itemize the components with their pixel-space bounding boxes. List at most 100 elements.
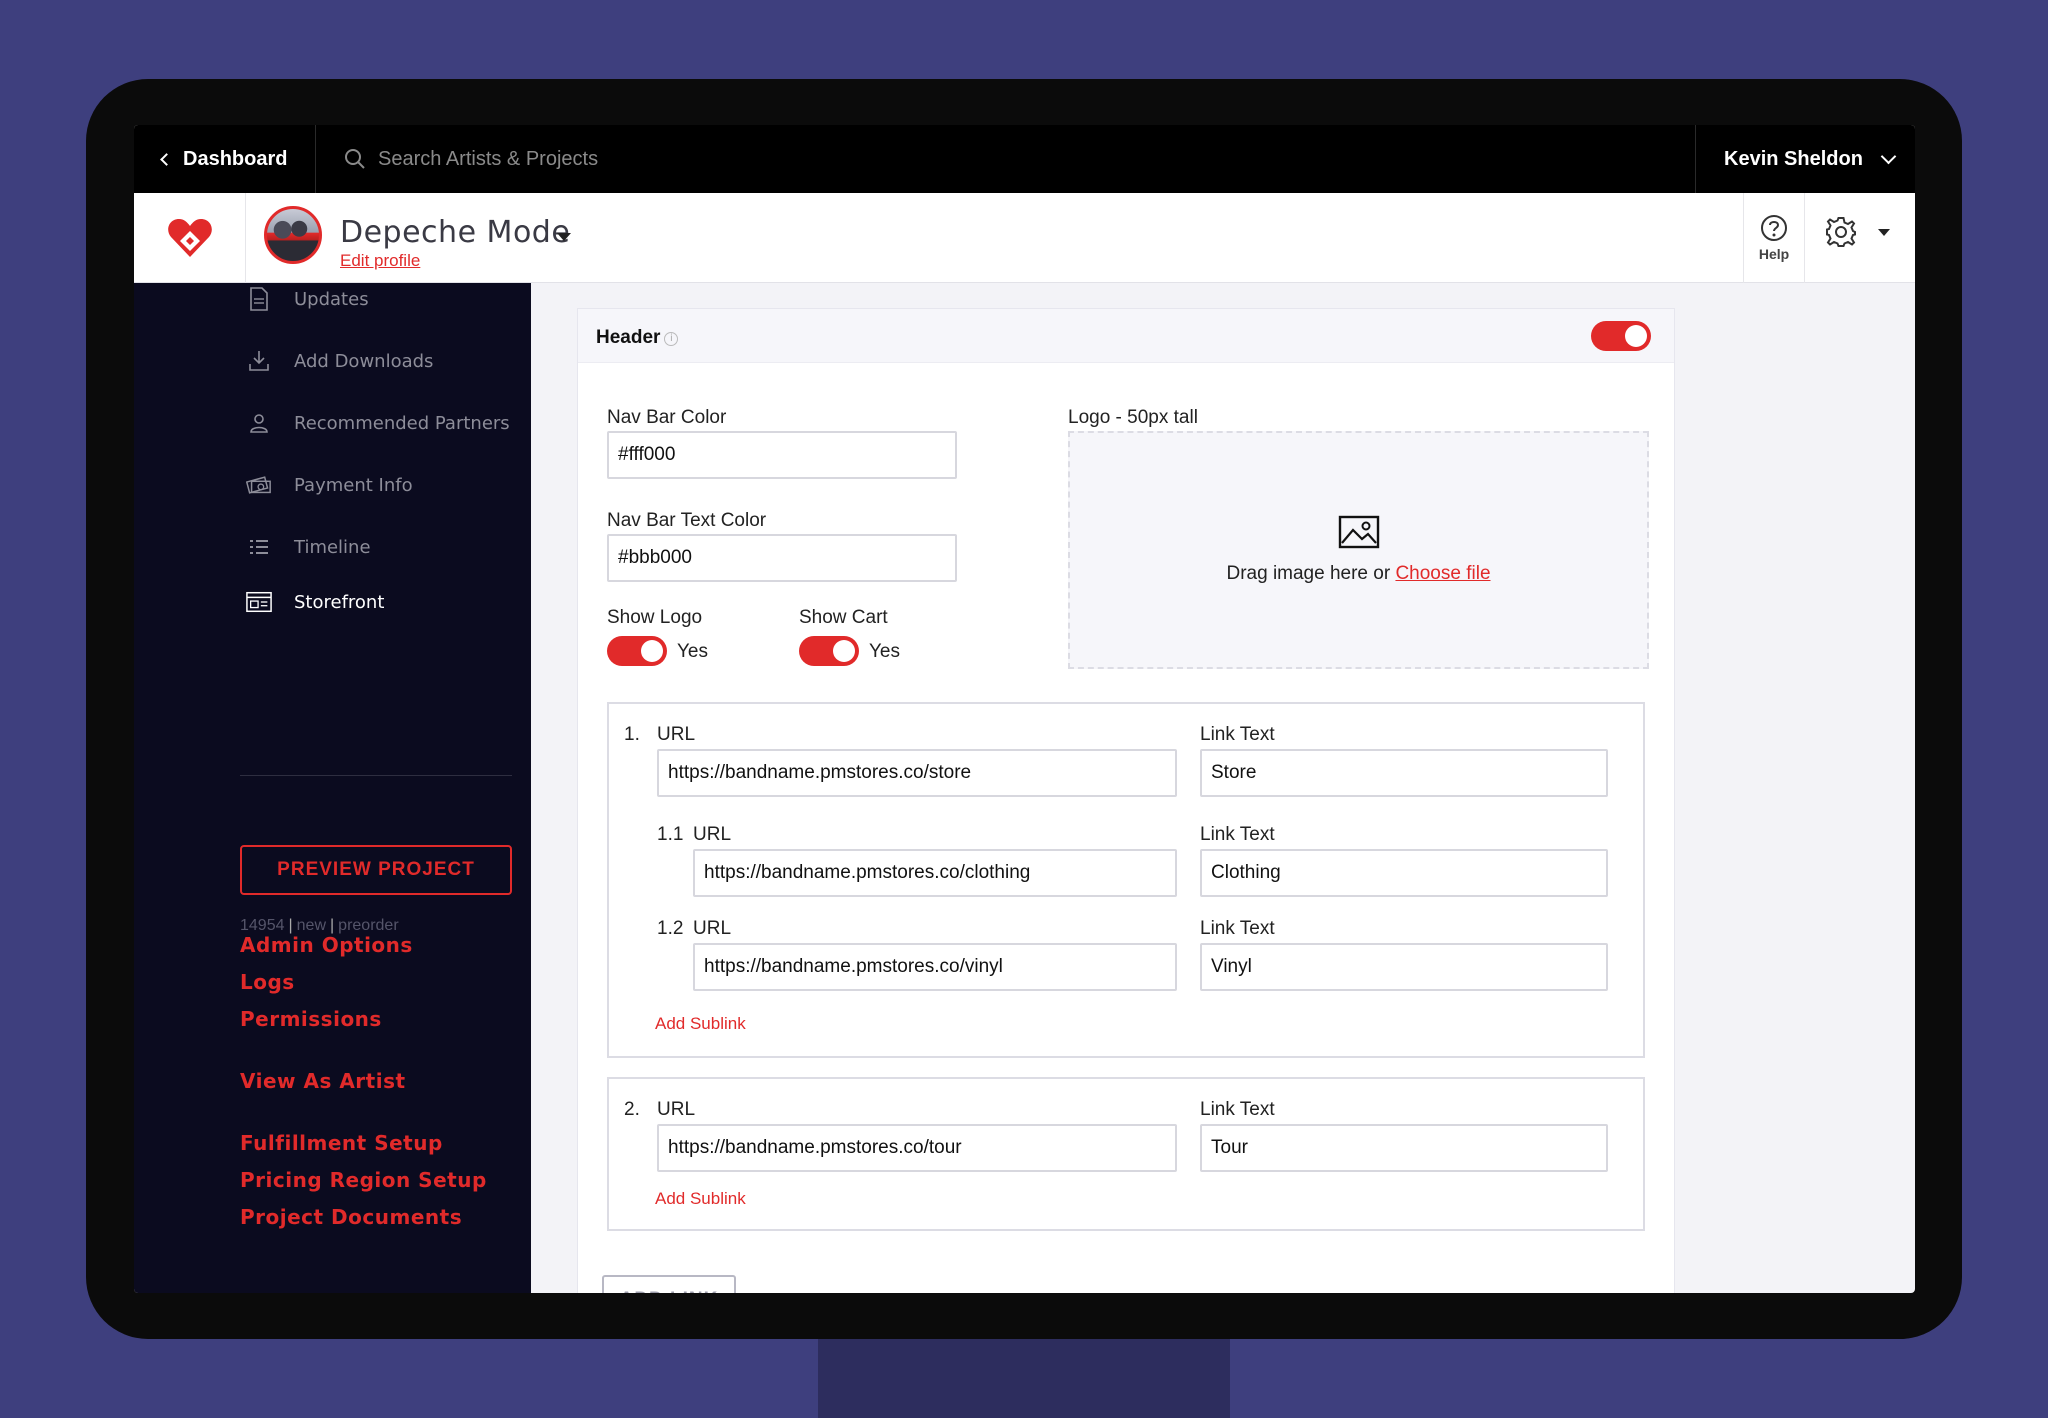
user-name: Kevin Sheldon xyxy=(1724,147,1863,170)
sublink-number: 1.2 xyxy=(657,918,684,939)
logo-dropzone[interactable]: Drag image here or Choose file xyxy=(1068,431,1649,669)
monitor-stand xyxy=(818,1330,1230,1418)
link-text-label: Link Text xyxy=(1200,824,1275,845)
link-text-label: Link Text xyxy=(1200,724,1275,745)
chevron-left-icon xyxy=(160,152,173,166)
dropzone-text: Drag image here or Choose file xyxy=(1226,563,1491,584)
list-icon xyxy=(246,535,272,559)
artist-dropdown-icon[interactable] xyxy=(557,233,571,241)
admin-options-link[interactable]: Admin Options xyxy=(240,933,413,957)
show-logo-value: Yes xyxy=(677,641,708,662)
help-label: Help xyxy=(1758,246,1790,262)
project-status: new xyxy=(296,917,327,934)
settings-menu[interactable] xyxy=(1824,215,1890,249)
project-id: 14954 xyxy=(240,917,285,934)
document-icon xyxy=(246,287,272,311)
show-cart-value: Yes xyxy=(869,641,900,662)
help-button[interactable]: Help xyxy=(1743,193,1805,283)
url-label: URL xyxy=(657,1099,696,1120)
meta-separator: | xyxy=(330,917,335,934)
download-icon xyxy=(246,349,272,373)
help-icon xyxy=(1761,215,1787,241)
url-label: URL xyxy=(693,918,732,939)
sidebar-item-storefront[interactable]: Storefront xyxy=(246,590,384,614)
sidebar-item-add-downloads[interactable]: Add Downloads xyxy=(246,349,433,373)
header-settings-panel: Headeri Nav Bar Color Nav Bar Text Color… xyxy=(577,308,1675,1293)
permissions-link[interactable]: Permissions xyxy=(240,1007,382,1031)
dashboard-link[interactable]: Dashboard xyxy=(134,125,316,193)
nav-bar-color-field[interactable] xyxy=(607,431,957,479)
search-icon xyxy=(345,149,365,169)
sublink-url-field[interactable] xyxy=(693,849,1177,897)
link-text-field[interactable] xyxy=(1200,749,1608,797)
logo-label: Logo - 50px tall xyxy=(1068,407,1198,428)
link-url-field[interactable] xyxy=(657,1124,1177,1172)
show-logo-label: Show Logo xyxy=(607,607,703,628)
search-input[interactable] xyxy=(378,147,978,171)
gear-icon xyxy=(1826,217,1856,247)
brand-logo[interactable] xyxy=(134,193,246,283)
sidebar-divider xyxy=(240,775,512,776)
sidebar-item-label: Storefront xyxy=(294,591,385,613)
show-logo-toggle[interactable] xyxy=(607,636,667,666)
project-documents-link[interactable]: Project Documents xyxy=(240,1205,462,1229)
dashboard-label: Dashboard xyxy=(183,147,288,170)
sidebar-item-label: Payment Info xyxy=(294,474,413,496)
sidebar-item-timeline[interactable]: Timeline xyxy=(246,535,371,559)
url-label: URL xyxy=(693,824,732,845)
view-as-artist-link[interactable]: View As Artist xyxy=(240,1069,406,1093)
artist-name[interactable]: Depeche Mode xyxy=(340,215,570,250)
info-icon[interactable]: i xyxy=(664,332,679,346)
sublink-text-field[interactable] xyxy=(1200,943,1608,991)
sidebar-item-label: Add Downloads xyxy=(294,350,434,372)
logs-link[interactable]: Logs xyxy=(240,970,295,994)
url-label: URL xyxy=(657,724,696,745)
sublink-url-field[interactable] xyxy=(693,943,1177,991)
app-screen: Dashboard Kevin Sheldon Depeche Mode Edi… xyxy=(134,125,1915,1293)
chevron-down-icon xyxy=(1880,148,1897,164)
add-sublink-link[interactable]: Add Sublink xyxy=(655,1014,746,1034)
heart-logo-icon xyxy=(167,219,212,257)
link-group-1: 1. URL Link Text 1.1 URL Link Text 1.2 U… xyxy=(607,702,1645,1058)
nav-bar-color-label: Nav Bar Color xyxy=(607,407,727,428)
add-link-button[interactable]: ADD LINK xyxy=(602,1275,736,1293)
link-number: 1. xyxy=(624,724,640,745)
link-text-field[interactable] xyxy=(1200,1124,1608,1172)
top-bar: Dashboard Kevin Sheldon xyxy=(134,125,1915,193)
sublink-number: 1.1 xyxy=(657,824,684,845)
money-icon xyxy=(246,473,272,497)
user-menu[interactable]: Kevin Sheldon xyxy=(1695,125,1915,193)
person-icon xyxy=(246,411,272,435)
pricing-region-setup-link[interactable]: Pricing Region Setup xyxy=(240,1168,487,1192)
image-icon xyxy=(1338,515,1379,549)
meta-separator: | xyxy=(288,917,293,934)
nav-bar-text-color-field[interactable] xyxy=(607,534,957,582)
link-text-label: Link Text xyxy=(1200,1099,1275,1120)
sidebar-item-label: Updates xyxy=(294,288,369,310)
sidebar-item-updates[interactable]: Updates xyxy=(246,287,369,311)
project-header: Depeche Mode Edit profile Help xyxy=(134,193,1915,283)
fulfillment-setup-link[interactable]: Fulfillment Setup xyxy=(240,1131,443,1155)
sublink-text-field[interactable] xyxy=(1200,849,1608,897)
panel-title: Header i xyxy=(596,327,679,349)
preview-project-button[interactable]: PREVIEW PROJECT xyxy=(240,845,512,895)
panel-header: Header i xyxy=(578,309,1674,363)
storefront-icon xyxy=(246,590,272,614)
choose-file-link[interactable]: Choose file xyxy=(1395,563,1490,584)
link-group-2: 2. URL Link Text Add Sublink xyxy=(607,1077,1645,1231)
sidebar-item-recommended-partners[interactable]: Recommended Partners xyxy=(246,411,510,435)
sidebar: Updates Add Downloads Recommended Partne… xyxy=(134,283,531,1293)
show-cart-toggle[interactable] xyxy=(799,636,859,666)
nav-bar-text-color-label: Nav Bar Text Color xyxy=(607,510,767,531)
artist-avatar[interactable] xyxy=(264,206,322,264)
add-sublink-link[interactable]: Add Sublink xyxy=(655,1189,746,1209)
show-cart-label: Show Cart xyxy=(799,607,888,628)
link-number: 2. xyxy=(624,1099,640,1120)
sidebar-item-payment-info[interactable]: Payment Info xyxy=(246,473,413,497)
link-text-label: Link Text xyxy=(1200,918,1275,939)
header-enabled-toggle[interactable] xyxy=(1591,321,1651,351)
search-bar xyxy=(344,125,1044,193)
edit-profile-link[interactable]: Edit profile xyxy=(340,251,420,271)
link-url-field[interactable] xyxy=(657,749,1177,797)
settings-dropdown-icon xyxy=(1878,228,1890,236)
